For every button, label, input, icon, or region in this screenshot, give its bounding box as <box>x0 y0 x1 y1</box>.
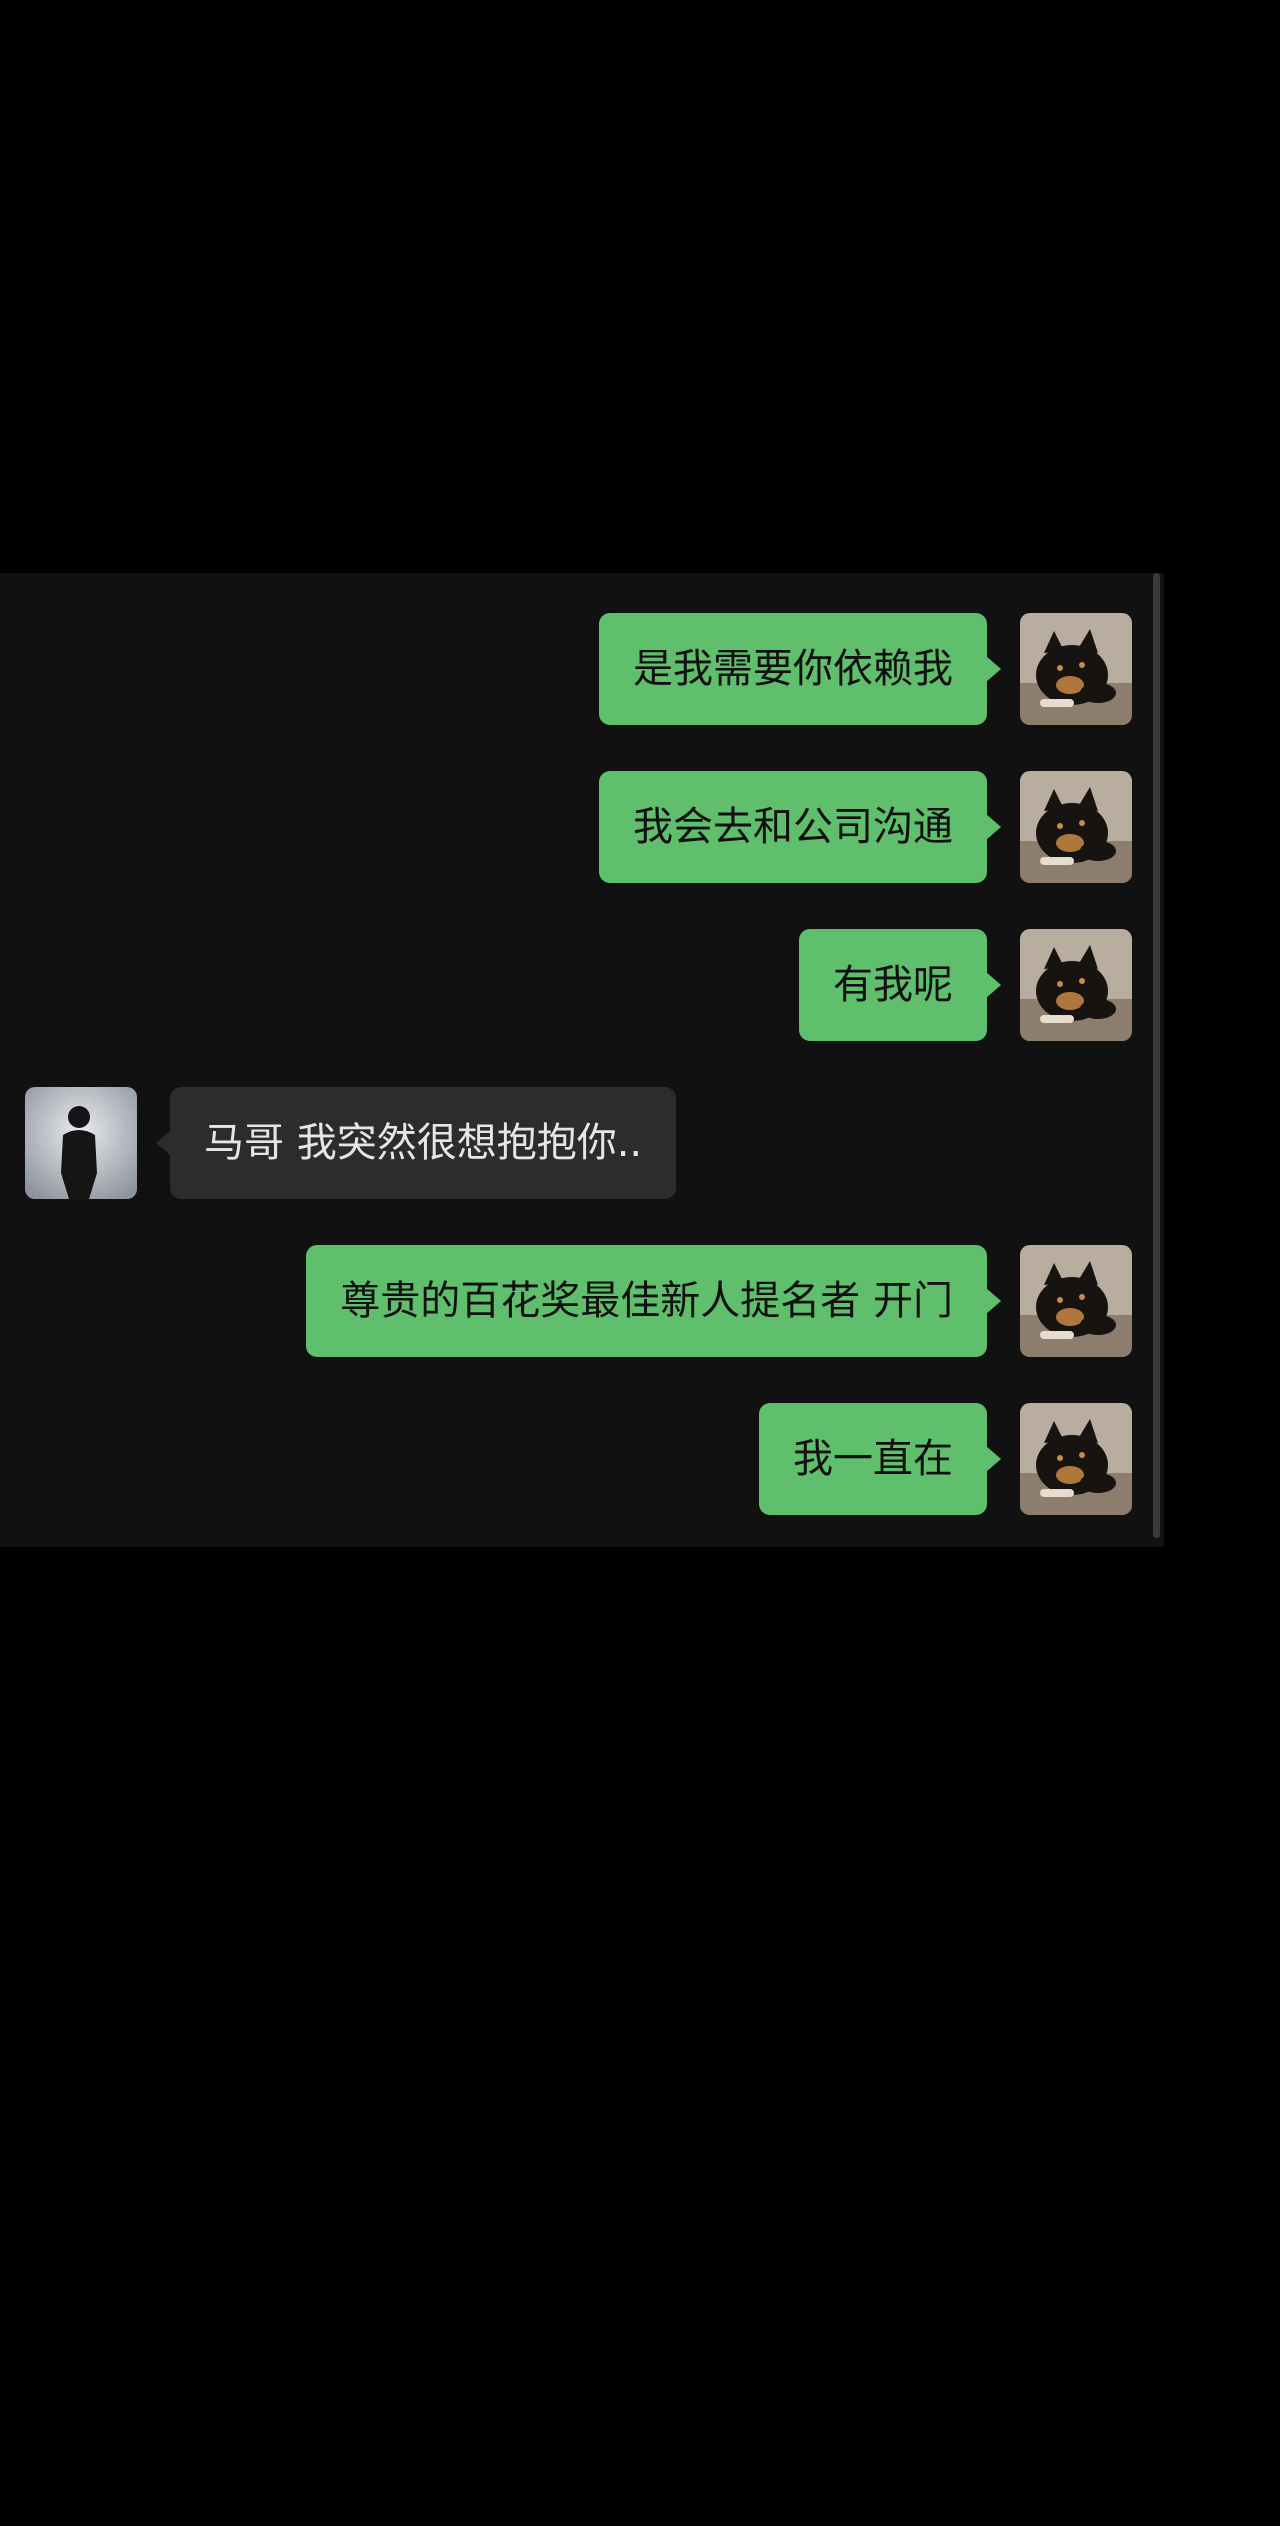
self-avatar[interactable] <box>1020 771 1132 883</box>
outgoing-message-bubble[interactable]: 我一直在 <box>759 1403 1001 1515</box>
incoming-message-bubble[interactable]: 马哥 我突然很想抱抱你.. <box>155 1087 677 1199</box>
chat-panel[interactable]: 是我需要你依赖我 我会去和公司沟通 有我呢 马哥 我突然很想抱抱你.. 尊贵的百… <box>0 573 1164 1547</box>
outgoing-message-bubble[interactable]: 有我呢 <box>799 929 1001 1041</box>
outgoing-message-bubble[interactable]: 是我需要你依赖我 <box>599 613 1001 725</box>
outgoing-message-bubble[interactable]: 我会去和公司沟通 <box>599 771 1001 883</box>
self-avatar[interactable] <box>1020 929 1132 1041</box>
self-avatar[interactable] <box>1020 1245 1132 1357</box>
self-avatar[interactable] <box>1020 613 1132 725</box>
self-avatar[interactable] <box>1020 1403 1132 1515</box>
outgoing-message-bubble[interactable]: 尊贵的百花奖最佳新人提名者 开门 <box>306 1245 1001 1357</box>
contact-avatar[interactable] <box>25 1087 137 1199</box>
chat-scrollbar[interactable] <box>1153 573 1160 1538</box>
